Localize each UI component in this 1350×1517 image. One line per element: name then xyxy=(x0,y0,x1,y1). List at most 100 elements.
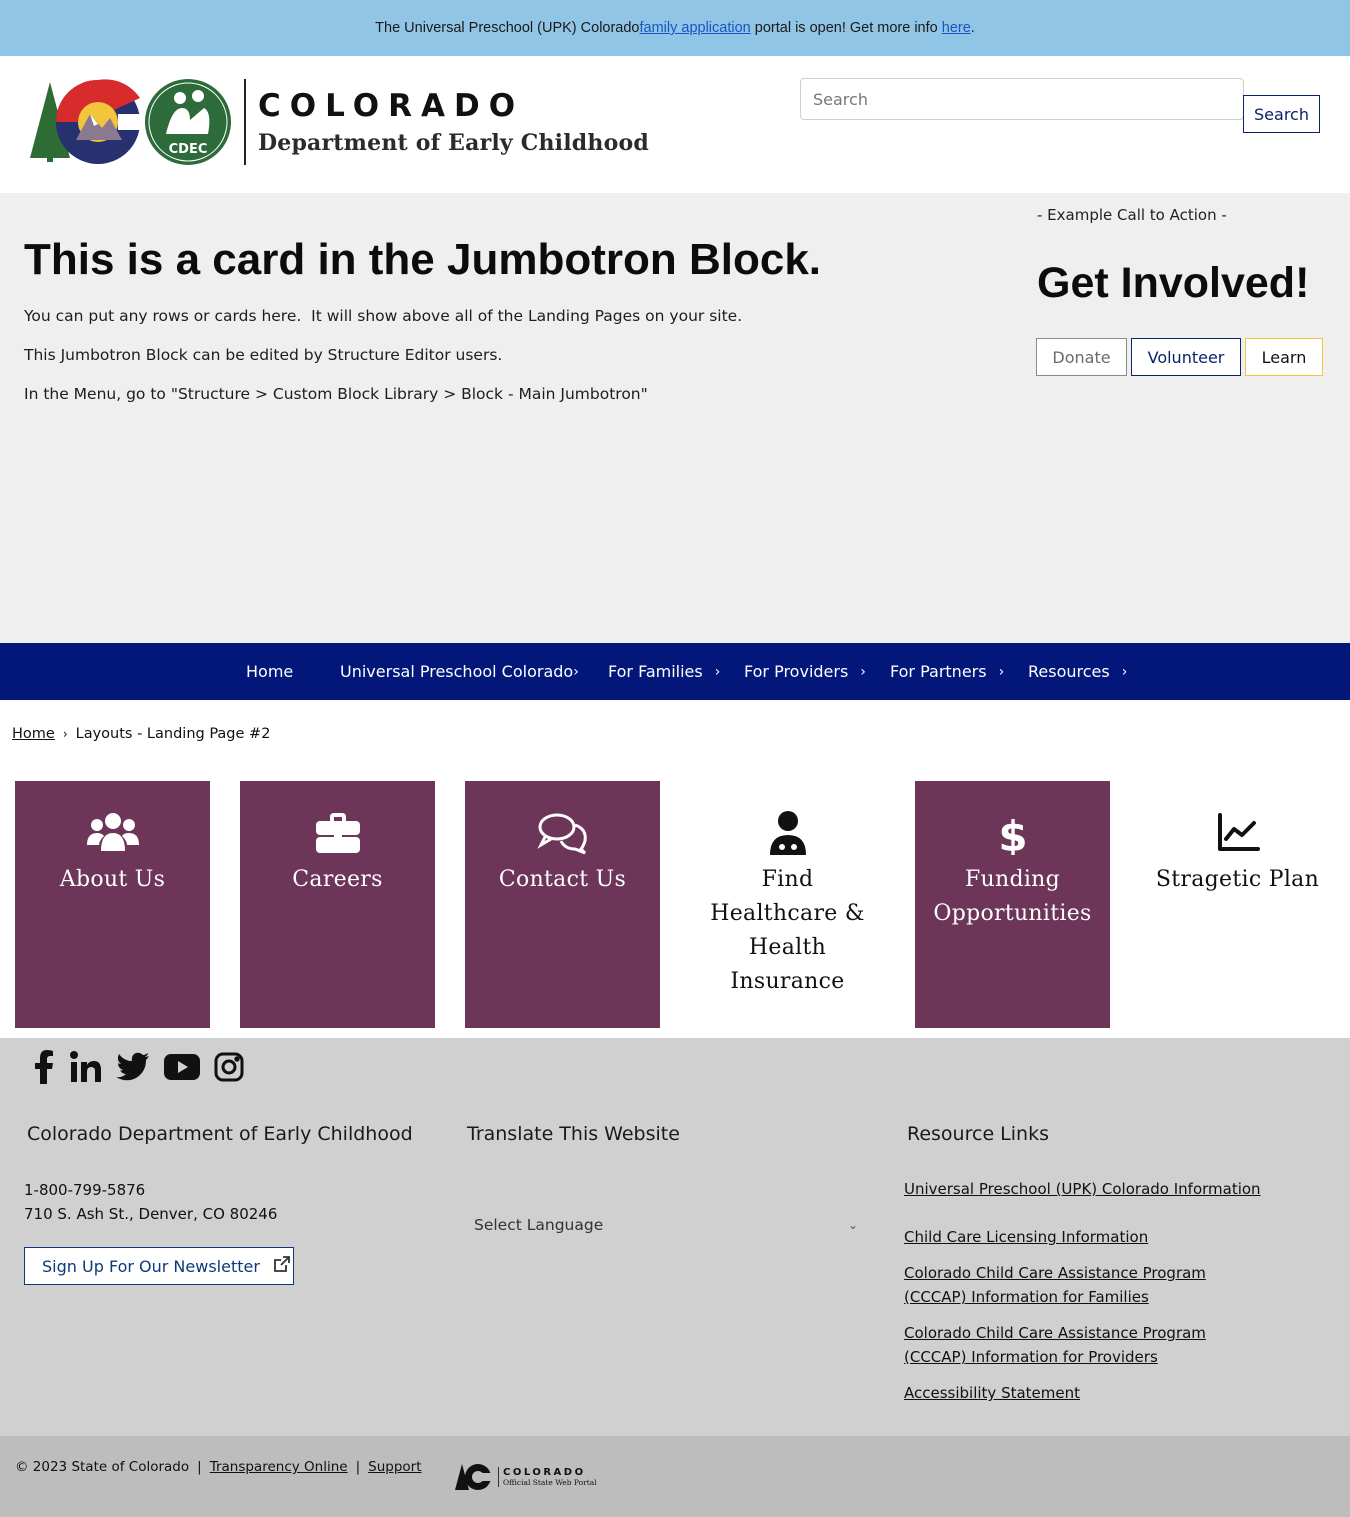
colorado-portal-icon xyxy=(455,1464,492,1490)
footer-heading-agency: Colorado Department of Early Childhood xyxy=(27,1123,413,1145)
banner-text-prefix: The Universal Preschool (UPK) Colorado xyxy=(375,20,640,36)
nav-label: Resources xyxy=(1028,662,1110,681)
nav-label: For Providers xyxy=(744,662,849,681)
announcement-banner: The Universal Preschool (UPK) Colorado f… xyxy=(0,0,1350,56)
chevron-right-icon: › xyxy=(998,663,1005,680)
search-button[interactable]: Search xyxy=(1243,95,1320,133)
resource-link-accessibility[interactable]: Accessibility Statement xyxy=(904,1381,1304,1405)
jumbotron-heading: This is a card in the Jumbotron Block. xyxy=(24,235,822,284)
tile-about-us[interactable]: About Us xyxy=(15,781,210,1028)
footer-phone: 1-800-799-5876 xyxy=(24,1181,146,1199)
cdec-badge-text: CDEC xyxy=(169,142,208,157)
chevron-right-icon: › xyxy=(714,663,721,680)
volunteer-button[interactable]: Volunteer xyxy=(1131,338,1241,376)
nav-item-universal-preschool[interactable]: Universal Preschool Colorado › xyxy=(340,643,579,700)
banner-text-suffix: . xyxy=(970,20,975,36)
tile-label: Funding Opportunities xyxy=(933,867,1092,926)
cta-eyebrow: - Example Call to Action - xyxy=(1037,206,1227,224)
footer-address: 710 S. Ash St., Denver, CO 80246 xyxy=(24,1205,278,1223)
twitter-icon[interactable] xyxy=(116,1052,150,1087)
more-info-link[interactable]: here xyxy=(942,20,971,36)
nav-label: Home xyxy=(246,662,294,681)
footer-heading-resources: Resource Links xyxy=(907,1123,1049,1145)
site-footer: Colorado Department of Early Childhood 1… xyxy=(0,1038,1350,1436)
nav-item-for-partners[interactable]: For Partners › xyxy=(890,643,1004,700)
resource-link-upk[interactable]: Universal Preschool (UPK) Colorado Infor… xyxy=(904,1177,1304,1201)
footer-heading-translate: Translate This Website xyxy=(467,1123,680,1145)
banner-text-middle: portal is open! Get more info xyxy=(750,20,942,36)
resource-link-cccap-providers[interactable]: Colorado Child Care Assistance Program (… xyxy=(904,1321,1264,1369)
newsletter-label: Sign Up For Our Newsletter xyxy=(42,1256,260,1276)
nav-label: For Partners xyxy=(890,662,987,681)
social-links xyxy=(32,1050,258,1089)
breadcrumb-current: Layouts - Landing Page #2 xyxy=(75,726,271,742)
resource-link-cccap-families[interactable]: Colorado Child Care Assistance Program (… xyxy=(904,1261,1264,1309)
learn-button[interactable]: Learn xyxy=(1245,338,1323,376)
chevron-right-icon: › xyxy=(1121,663,1128,680)
briefcase-icon xyxy=(315,813,360,853)
copyright-text: © 2023 State of Colorado xyxy=(15,1459,190,1475)
jumbotron-block: This is a card in the Jumbotron Block. Y… xyxy=(0,193,1350,643)
chevron-right-icon: › xyxy=(860,663,866,680)
chevron-right-icon: › xyxy=(573,663,579,680)
breadcrumb-separator-icon: › xyxy=(62,727,68,741)
resource-link-licensing[interactable]: Child Care Licensing Information xyxy=(904,1225,1304,1249)
tile-label: About Us xyxy=(59,867,166,892)
cta-title: Get Involved! xyxy=(1037,259,1310,307)
tile-careers[interactable]: Careers xyxy=(240,781,435,1028)
tile-contact-us[interactable]: Contact Us xyxy=(465,781,660,1028)
footer-bottom-bar: © 2023 State of Colorado | Transparency … xyxy=(0,1436,1350,1517)
portal-subtitle: Official State Web Portal xyxy=(503,1478,597,1487)
svg-text:$: $ xyxy=(998,812,1027,855)
nav-label: Universal Preschool Colorado xyxy=(340,662,574,681)
language-select[interactable]: Select Language ⌄ xyxy=(466,1208,866,1242)
copyright-row: © 2023 State of Colorado | Transparency … xyxy=(15,1459,422,1475)
site-logo[interactable]: CDEC COLORADO Department of Early Childh… xyxy=(28,78,649,166)
transparency-online-link[interactable]: Transparency Online xyxy=(210,1459,348,1475)
logo-department-text: Department of Early Childhood xyxy=(258,130,649,156)
jumbotron-paragraph-1: You can put any rows or cards here. It w… xyxy=(24,307,743,325)
youtube-icon[interactable] xyxy=(164,1054,200,1085)
logo-text: COLORADO Department of Early Childhood xyxy=(258,88,649,156)
portal-text: COLORADO Official State Web Portal xyxy=(498,1467,597,1487)
tile-label: Find Healthcare & Health Insurance xyxy=(710,867,865,994)
main-navigation: Home Universal Preschool Colorado › For … xyxy=(0,643,1350,700)
cdec-badge-icon: CDEC xyxy=(145,79,231,165)
linkedin-icon[interactable] xyxy=(70,1051,102,1088)
tile-strategic-plan[interactable]: Stragetic Plan xyxy=(1140,781,1335,1028)
nav-label: For Families xyxy=(608,662,703,681)
chevron-down-icon: ⌄ xyxy=(847,1218,858,1232)
tile-label: Careers xyxy=(292,867,383,892)
breadcrumb-home-link[interactable]: Home xyxy=(12,726,55,742)
logo-colorado-text: COLORADO xyxy=(258,88,525,124)
search-input[interactable] xyxy=(800,78,1244,120)
tile-find-healthcare[interactable]: Find Healthcare & Health Insurance xyxy=(690,781,885,1028)
family-application-link[interactable]: family application xyxy=(640,20,751,36)
portal-colorado-text: COLORADO xyxy=(503,1467,586,1478)
users-icon xyxy=(86,813,139,851)
chart-line-icon xyxy=(1217,813,1260,851)
tile-funding-opportunities[interactable]: $ Funding Opportunities xyxy=(915,781,1110,1028)
comments-icon xyxy=(536,813,587,855)
dollar-icon: $ xyxy=(998,812,1027,855)
tile-label: Contact Us xyxy=(498,867,627,892)
instagram-icon[interactable] xyxy=(214,1052,244,1087)
nav-item-for-families[interactable]: For Families › xyxy=(608,643,720,700)
jumbotron-paragraph-3: In the Menu, go to "Structure > Custom B… xyxy=(24,385,648,403)
logo-divider xyxy=(244,79,246,165)
doctor-icon xyxy=(769,811,806,855)
support-link[interactable]: Support xyxy=(368,1459,421,1475)
newsletter-signup-button[interactable]: Sign Up For Our Newsletter xyxy=(24,1247,294,1285)
jumbotron-paragraph-2: This Jumbotron Block can be edited by St… xyxy=(24,346,503,364)
nav-item-resources[interactable]: Resources › xyxy=(1028,643,1127,700)
site-header: CDEC COLORADO Department of Early Childh… xyxy=(0,56,1350,193)
separator: | xyxy=(197,1459,202,1475)
colorado-c-logo-icon xyxy=(30,79,140,164)
nav-item-for-providers[interactable]: For Providers › xyxy=(744,643,866,700)
separator: | xyxy=(355,1459,361,1475)
external-link-icon xyxy=(274,1256,290,1276)
state-portal-logo[interactable]: COLORADO Official State Web Portal xyxy=(454,1462,597,1492)
nav-item-home[interactable]: Home xyxy=(246,643,293,700)
donate-button[interactable]: Donate xyxy=(1036,338,1127,376)
facebook-icon[interactable] xyxy=(32,1050,56,1089)
